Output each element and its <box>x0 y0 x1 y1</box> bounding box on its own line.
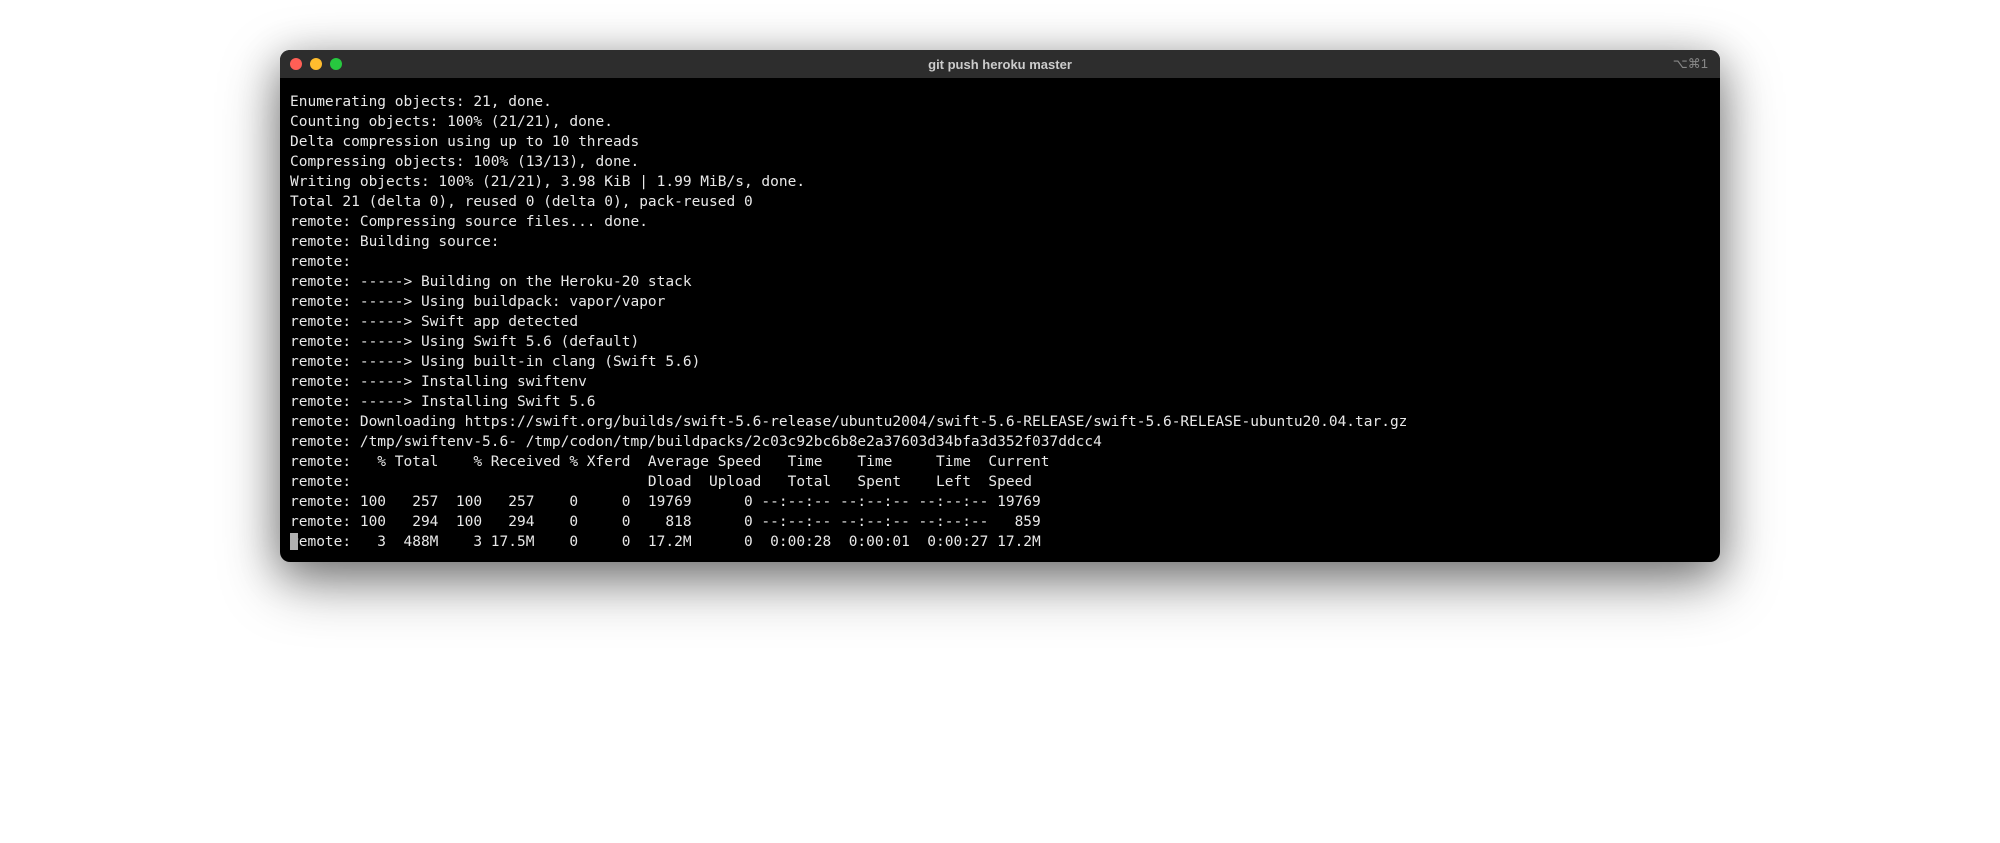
terminal-window: git push heroku master ⌥⌘1 Enumerating o… <box>280 50 1720 562</box>
terminal-output-line: remote: % Total % Received % Xferd Avera… <box>290 452 1710 472</box>
terminal-cursor <box>290 533 298 550</box>
terminal-output-line: remote: -----> Using buildpack: vapor/va… <box>290 292 1710 312</box>
terminal-output-line: remote: -----> Using built-in clang (Swi… <box>290 352 1710 372</box>
terminal-output-line: Delta compression using up to 10 threads <box>290 132 1710 152</box>
terminal-output-line: remote: -----> Swift app detected <box>290 312 1710 332</box>
terminal-output-line: remote: -----> Installing swiftenv <box>290 372 1710 392</box>
terminal-output-line: remote: Compressing source files... done… <box>290 212 1710 232</box>
terminal-output-line: Writing objects: 100% (21/21), 3.98 KiB … <box>290 172 1710 192</box>
traffic-lights <box>290 58 342 70</box>
terminal-output-line: remote: -----> Building on the Heroku-20… <box>290 272 1710 292</box>
terminal-output-line: Total 21 (delta 0), reused 0 (delta 0), … <box>290 192 1710 212</box>
window-title: git push heroku master <box>928 57 1072 72</box>
terminal-output-line: remote: /tmp/swiftenv-5.6- /tmp/codon/tm… <box>290 432 1710 452</box>
terminal-output-line: remote: 100 294 100 294 0 0 818 0 --:--:… <box>290 512 1710 532</box>
window-shortcut: ⌥⌘1 <box>1673 56 1708 72</box>
minimize-button[interactable] <box>310 58 322 70</box>
maximize-button[interactable] <box>330 58 342 70</box>
close-button[interactable] <box>290 58 302 70</box>
terminal-output-line: remote: <box>290 252 1710 272</box>
terminal-output-line: remote: -----> Using Swift 5.6 (default) <box>290 332 1710 352</box>
terminal-output-line: remote: Building source: <box>290 232 1710 252</box>
terminal-output-line: remote: -----> Installing Swift 5.6 <box>290 392 1710 412</box>
terminal-output-line: Compressing objects: 100% (13/13), done. <box>290 152 1710 172</box>
terminal-output-line: Enumerating objects: 21, done. <box>290 92 1710 112</box>
terminal-output-line: remote: Dload Upload Total Spent Left Sp… <box>290 472 1710 492</box>
terminal-output-line: remote: Downloading https://swift.org/bu… <box>290 412 1710 432</box>
terminal-output-line: Counting objects: 100% (21/21), done. <box>290 112 1710 132</box>
terminal-output-line: remote: 100 257 100 257 0 0 19769 0 --:-… <box>290 492 1710 512</box>
terminal-output-line: remote: 3 488M 3 17.5M 0 0 17.2M 0 0:00:… <box>290 532 1041 552</box>
terminal-body[interactable]: Enumerating objects: 21, done.Counting o… <box>280 78 1720 562</box>
titlebar[interactable]: git push heroku master ⌥⌘1 <box>280 50 1720 78</box>
